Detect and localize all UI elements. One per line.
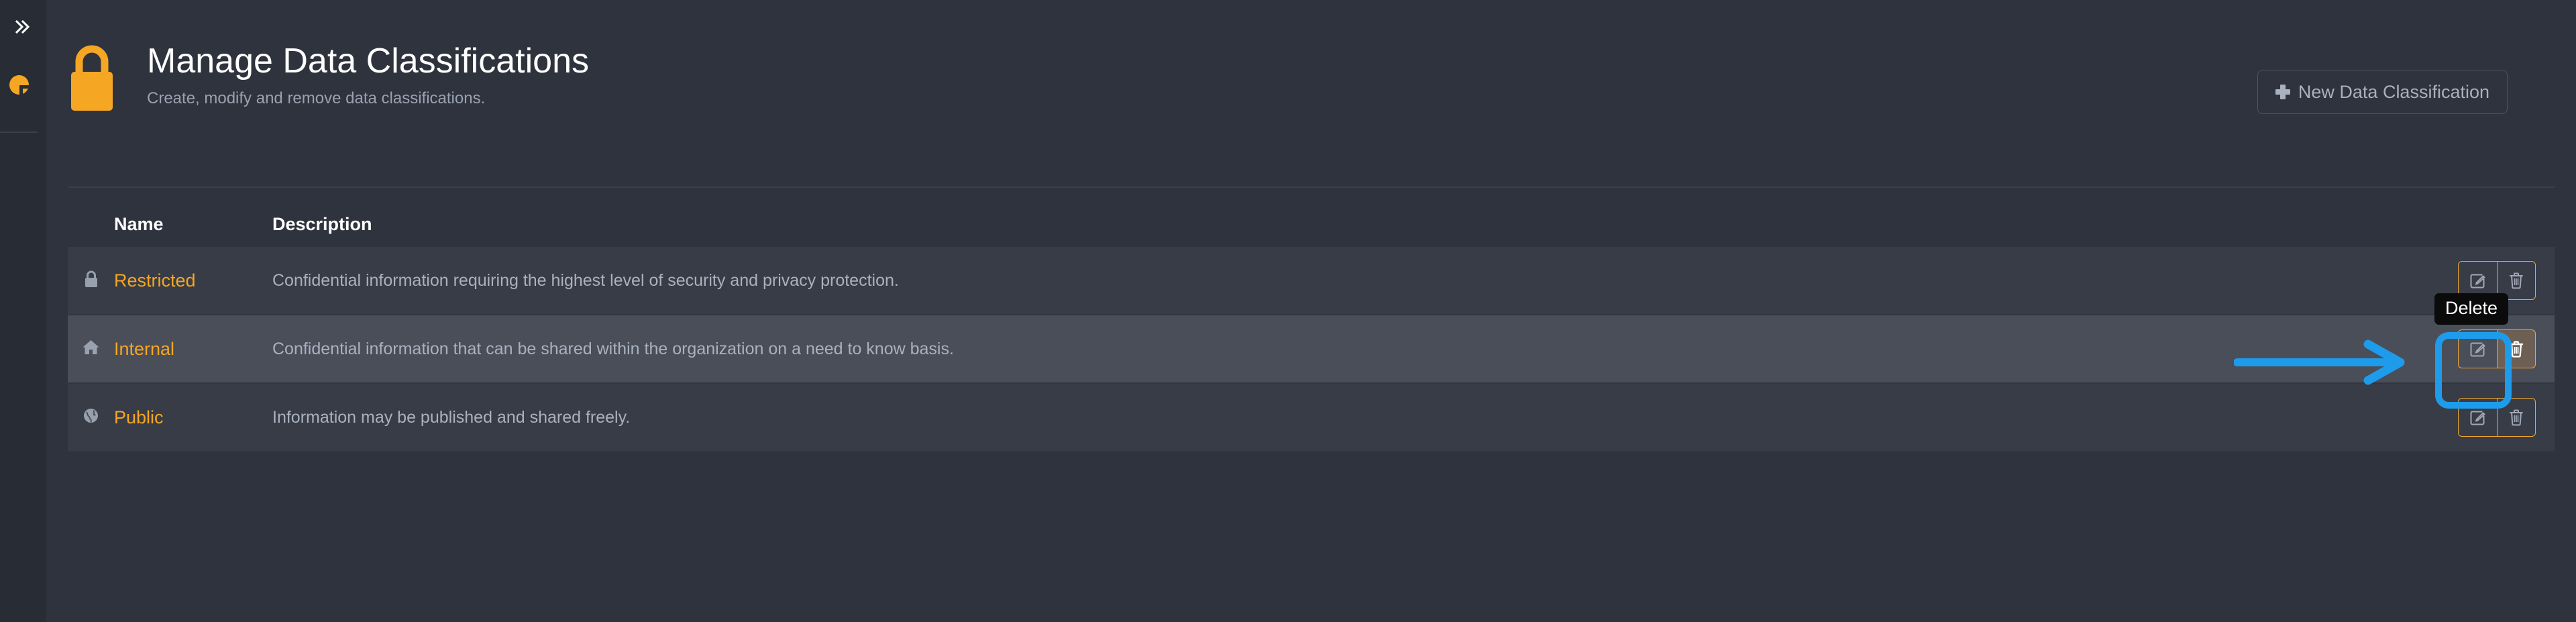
row-name: Internal xyxy=(114,338,175,359)
page-header: Manage Data Classifications Create, modi… xyxy=(68,38,589,114)
main-content: Manage Data Classifications Create, modi… xyxy=(46,0,2576,622)
edit-button[interactable] xyxy=(2458,329,2497,368)
double-chevron-right-icon xyxy=(14,19,33,34)
header-divider xyxy=(68,187,2555,188)
row-actions xyxy=(2273,329,2555,368)
row-type-icon-cell xyxy=(68,270,114,291)
new-data-classification-button[interactable]: New Data Classification xyxy=(2257,70,2508,114)
pencil-square-icon xyxy=(2469,408,2487,427)
delete-button[interactable] xyxy=(2497,261,2536,300)
pencil-square-icon xyxy=(2469,271,2487,290)
page-subtitle: Create, modify and remove data classific… xyxy=(147,89,486,107)
plus-icon xyxy=(2275,85,2290,99)
action-button-group xyxy=(2458,329,2536,368)
pencil-square-icon xyxy=(2469,340,2487,358)
column-header-name: Name xyxy=(114,213,164,234)
row-name: Public xyxy=(114,407,164,427)
lock-icon xyxy=(84,270,99,291)
delete-button[interactable] xyxy=(2497,398,2536,437)
action-button-group xyxy=(2458,398,2536,437)
left-sidebar xyxy=(0,0,46,622)
action-button-group xyxy=(2458,261,2536,300)
row-type-icon-cell xyxy=(68,339,114,359)
data-classifications-table: Name Description Restricted Confidential… xyxy=(68,201,2555,452)
row-actions xyxy=(2273,398,2555,437)
table-row[interactable]: Restricted Confidential information requ… xyxy=(68,247,2555,315)
row-description: Information may be published and shared … xyxy=(272,407,631,427)
sidebar-divider xyxy=(0,132,38,133)
sidebar-add-button[interactable] xyxy=(9,75,30,95)
row-description: Confidential information that can be sha… xyxy=(272,339,954,358)
table-row[interactable]: Internal Confidential information that c… xyxy=(68,315,2555,384)
new-data-classification-label: New Data Classification xyxy=(2298,81,2489,102)
edit-button[interactable] xyxy=(2458,398,2497,437)
home-icon xyxy=(82,339,100,359)
column-header-description: Description xyxy=(272,213,372,234)
trash-icon xyxy=(2508,340,2525,358)
padlock-icon xyxy=(68,42,116,114)
row-name: Restricted xyxy=(114,270,196,291)
row-description: Confidential information requiring the h… xyxy=(272,270,899,290)
trash-icon xyxy=(2508,408,2525,427)
title-block: Manage Data Classifications Create, modi… xyxy=(147,43,589,108)
row-type-icon-cell xyxy=(68,407,114,427)
table-header-row: Name Description xyxy=(68,201,2555,247)
delete-button[interactable] xyxy=(2497,329,2536,368)
sidebar-expand-toggle[interactable] xyxy=(0,13,46,40)
page-title: Manage Data Classifications xyxy=(147,42,589,81)
trash-icon xyxy=(2508,271,2525,290)
row-actions xyxy=(2273,261,2555,300)
edit-button[interactable] xyxy=(2458,261,2497,300)
globe-icon xyxy=(83,407,99,427)
table-row[interactable]: Public Information may be published and … xyxy=(68,384,2555,452)
